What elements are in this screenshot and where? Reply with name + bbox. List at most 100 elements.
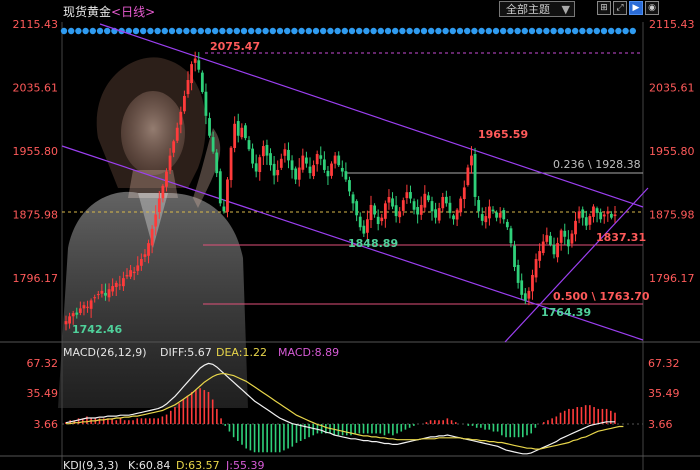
event-dot — [536, 27, 543, 35]
candle-body — [261, 146, 265, 157]
candle-body — [531, 274, 534, 292]
candle-body — [333, 155, 337, 164]
event-dot — [219, 27, 226, 35]
candle-body — [358, 216, 362, 228]
candle-body — [175, 127, 179, 141]
event-dot — [507, 27, 514, 35]
candle-body — [297, 167, 301, 180]
candle-body — [139, 259, 143, 266]
candle-body — [294, 168, 298, 180]
macd-panel[interactable]: MACD(26,12,9) DIFF:5.67 DEA:1.22 MACD:8.… — [27, 346, 680, 455]
candle-body — [595, 208, 599, 213]
event-dot — [557, 27, 564, 35]
event-dot — [255, 27, 262, 35]
candlestick-series[interactable] — [64, 51, 617, 331]
kdj-panel[interactable]: KDJ(9,3,3) K:60.84 D:63.57 J:55.39 — [63, 459, 264, 470]
macd-ytick: 35.49 — [648, 387, 680, 400]
candle-body — [484, 216, 488, 223]
candle-body — [272, 163, 276, 176]
candle-body — [455, 209, 459, 220]
price-ytick-left: 2115.43 — [13, 18, 59, 31]
candle-body — [104, 292, 107, 296]
candle-body — [556, 243, 559, 258]
candle-body — [251, 148, 254, 164]
candle-body — [380, 217, 384, 222]
candle-body — [64, 321, 68, 325]
candle-body — [197, 60, 201, 70]
candle-body — [581, 209, 585, 218]
candle-body — [96, 294, 100, 296]
candle-body — [129, 270, 132, 277]
candle-body — [491, 209, 495, 212]
event-dot — [456, 27, 464, 35]
event-dot — [348, 27, 356, 35]
candle-body — [409, 192, 412, 199]
candle-body — [315, 154, 319, 165]
event-dot — [564, 27, 572, 35]
event-dot — [334, 27, 341, 35]
price-ytick-right: 1955.80 — [649, 145, 695, 158]
candle-body — [473, 154, 477, 197]
fib-382-label: 1837.31 — [596, 231, 646, 244]
event-dot — [212, 27, 219, 35]
candle-body — [509, 228, 513, 244]
event-dot — [320, 27, 327, 35]
candle-body — [391, 198, 394, 207]
event-dot — [176, 27, 183, 35]
candle-body — [244, 125, 247, 139]
event-dot — [579, 27, 586, 35]
candle-body — [75, 312, 79, 315]
candle-body — [405, 192, 409, 199]
peak2-label: 1965.59 — [478, 128, 528, 141]
event-dot — [392, 27, 399, 35]
kdj-k: K:60.84 — [128, 459, 170, 470]
event-dot — [471, 27, 478, 35]
candle-body — [183, 95, 186, 112]
candle-body — [369, 204, 373, 221]
event-dot — [428, 27, 435, 35]
candle-body — [606, 211, 610, 214]
event-dot — [615, 27, 622, 35]
event-dot — [204, 27, 212, 35]
low1-label: 1848.89 — [348, 237, 398, 250]
event-dot — [248, 27, 255, 35]
candle-body — [93, 297, 97, 299]
candle-body — [218, 171, 222, 204]
event-marker-strip[interactable] — [60, 27, 636, 35]
candle-body — [584, 217, 588, 226]
event-dot — [140, 27, 147, 35]
macd-dea: DEA:1.22 — [216, 346, 267, 359]
event-dot — [183, 27, 190, 35]
candle-body — [258, 157, 262, 173]
candle-body — [552, 245, 556, 255]
candle-body — [401, 200, 405, 211]
candle-body — [559, 230, 563, 243]
candle-body — [186, 80, 190, 95]
candle-body — [114, 282, 118, 288]
candle-body — [351, 194, 355, 204]
candle-body — [480, 214, 484, 221]
candle-body — [190, 64, 193, 84]
kdj-j: J:55.39 — [225, 459, 264, 470]
price-ytick-right: 2035.61 — [649, 82, 695, 95]
candle-body — [279, 158, 283, 168]
event-dot — [370, 27, 377, 35]
candle-body — [488, 206, 491, 219]
event-dot — [593, 27, 600, 35]
candle-body — [200, 72, 204, 92]
candle-body — [452, 215, 455, 220]
candle-body — [269, 153, 272, 166]
candle-body — [229, 147, 233, 181]
candle-body — [430, 201, 434, 212]
candle-body — [100, 290, 104, 294]
candle-body — [498, 212, 502, 218]
event-dot — [435, 27, 442, 35]
candle-body — [462, 187, 466, 200]
candle-body — [545, 235, 549, 242]
candle-body — [208, 118, 211, 136]
candle-body — [118, 284, 122, 286]
event-dot — [197, 27, 204, 35]
price-chart[interactable]: 2115.43 2035.61 1955.80 1875.98 1796.17 2115… — [0, 0, 700, 470]
candle-body — [82, 305, 86, 309]
candle-body — [394, 205, 398, 217]
